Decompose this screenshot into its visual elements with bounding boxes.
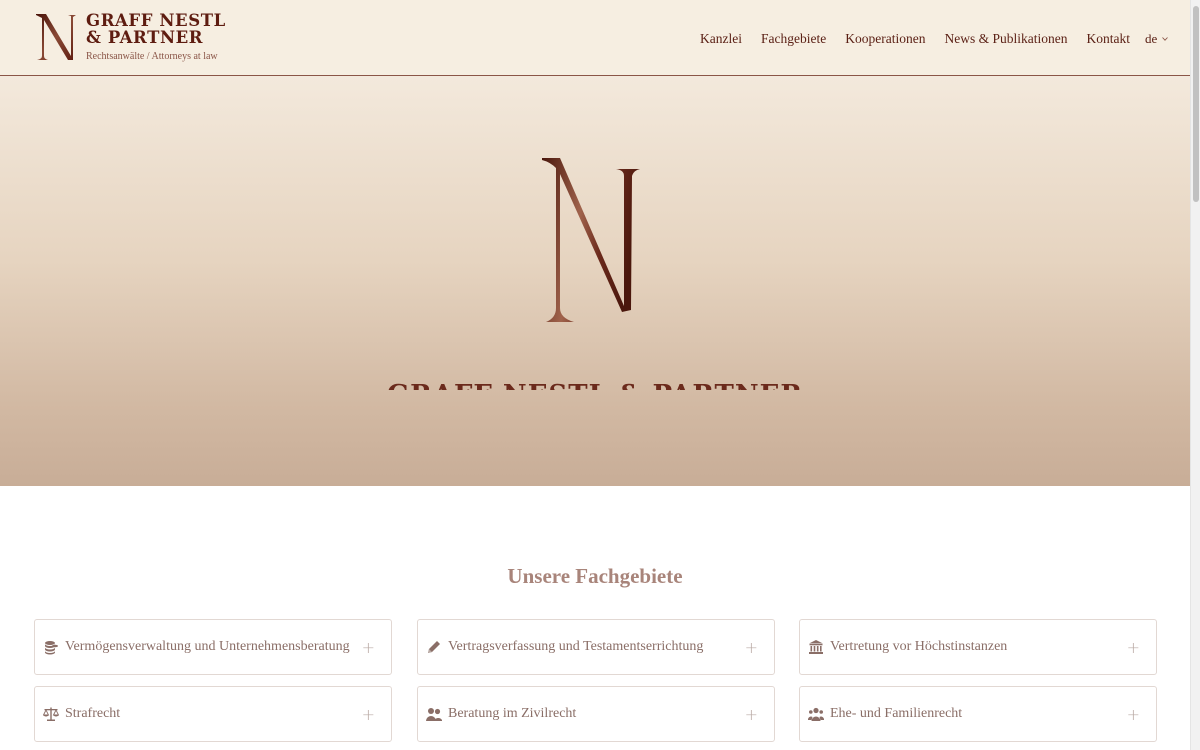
coins-icon (45, 641, 58, 655)
page-scrollbar[interactable] (1190, 0, 1200, 750)
card-label: Vertragsverfassung und Testamentserricht… (448, 639, 704, 654)
scales-icon (43, 707, 59, 721)
hero-title: GRAFF NESTL & PARTNER (0, 376, 1190, 390)
courthouse-icon (809, 640, 823, 654)
card-strafrecht[interactable]: Strafrecht + (34, 686, 392, 742)
brand-tagline: Rechtsanwälte / Attorneys at law (86, 51, 218, 62)
expand-plus-icon[interactable]: + (1127, 638, 1140, 657)
language-label: de (1144, 31, 1158, 46)
expand-plus-icon[interactable]: + (362, 705, 375, 724)
pencil-icon (428, 641, 440, 653)
card-label: Vermögensverwaltung und Unternehmensbera… (65, 639, 350, 654)
card-hoechstinstanzen[interactable]: Vertretung vor Höchstinstanzen + (799, 619, 1157, 675)
family-icon (808, 707, 824, 721)
expand-plus-icon[interactable]: + (362, 638, 375, 657)
nav-kontakt[interactable]: Kontakt (1086, 31, 1130, 47)
nav-kanzlei[interactable]: Kanzlei (700, 31, 742, 47)
users-icon (426, 708, 442, 721)
brand-name-line2: & PARTNER (86, 28, 204, 47)
card-vermoegensverwaltung[interactable]: Vermögensverwaltung und Unternehmensbera… (34, 619, 392, 675)
monogram-n-icon (542, 158, 640, 322)
nav-news-publikationen[interactable]: News & Publikationen (944, 31, 1067, 47)
card-vertragsverfassung[interactable]: Vertragsverfassung und Testamentserricht… (417, 619, 775, 675)
card-label: Strafrecht (65, 706, 121, 721)
card-zivilrecht[interactable]: Beratung im Zivilrecht + (417, 686, 775, 742)
brand-logo[interactable]: GRAFF NESTL & PARTNER Rechtsanwälte / At… (34, 12, 244, 66)
card-label: Beratung im Zivilrecht (448, 706, 577, 721)
site-header: GRAFF NESTL & PARTNER Rechtsanwälte / At… (0, 0, 1190, 76)
scrollbar-thumb[interactable] (1193, 6, 1199, 202)
section-title: Unsere Fachgebiete (507, 564, 683, 588)
card-label: Vertretung vor Höchstinstanzen (830, 639, 1008, 654)
hero-banner: GRAFF NESTL & PARTNER (0, 76, 1190, 486)
expand-plus-icon[interactable]: + (1127, 705, 1140, 724)
nav-kooperationen[interactable]: Kooperationen (845, 31, 925, 47)
language-selector[interactable]: de (1144, 31, 1169, 47)
chevron-down-icon (1162, 37, 1169, 41)
expand-plus-icon[interactable]: + (745, 705, 758, 724)
monogram-n-icon (36, 14, 76, 60)
card-label: Ehe- und Familienrecht (830, 706, 963, 721)
expand-plus-icon[interactable]: + (745, 638, 758, 657)
nav-fachgebiete[interactable]: Fachgebiete (761, 31, 826, 47)
main-nav: Kanzlei Fachgebiete Kooperationen News &… (700, 29, 1169, 49)
card-familienrecht[interactable]: Ehe- und Familienrecht + (799, 686, 1157, 742)
brand-name-line1: GRAFF NESTL (86, 11, 226, 30)
